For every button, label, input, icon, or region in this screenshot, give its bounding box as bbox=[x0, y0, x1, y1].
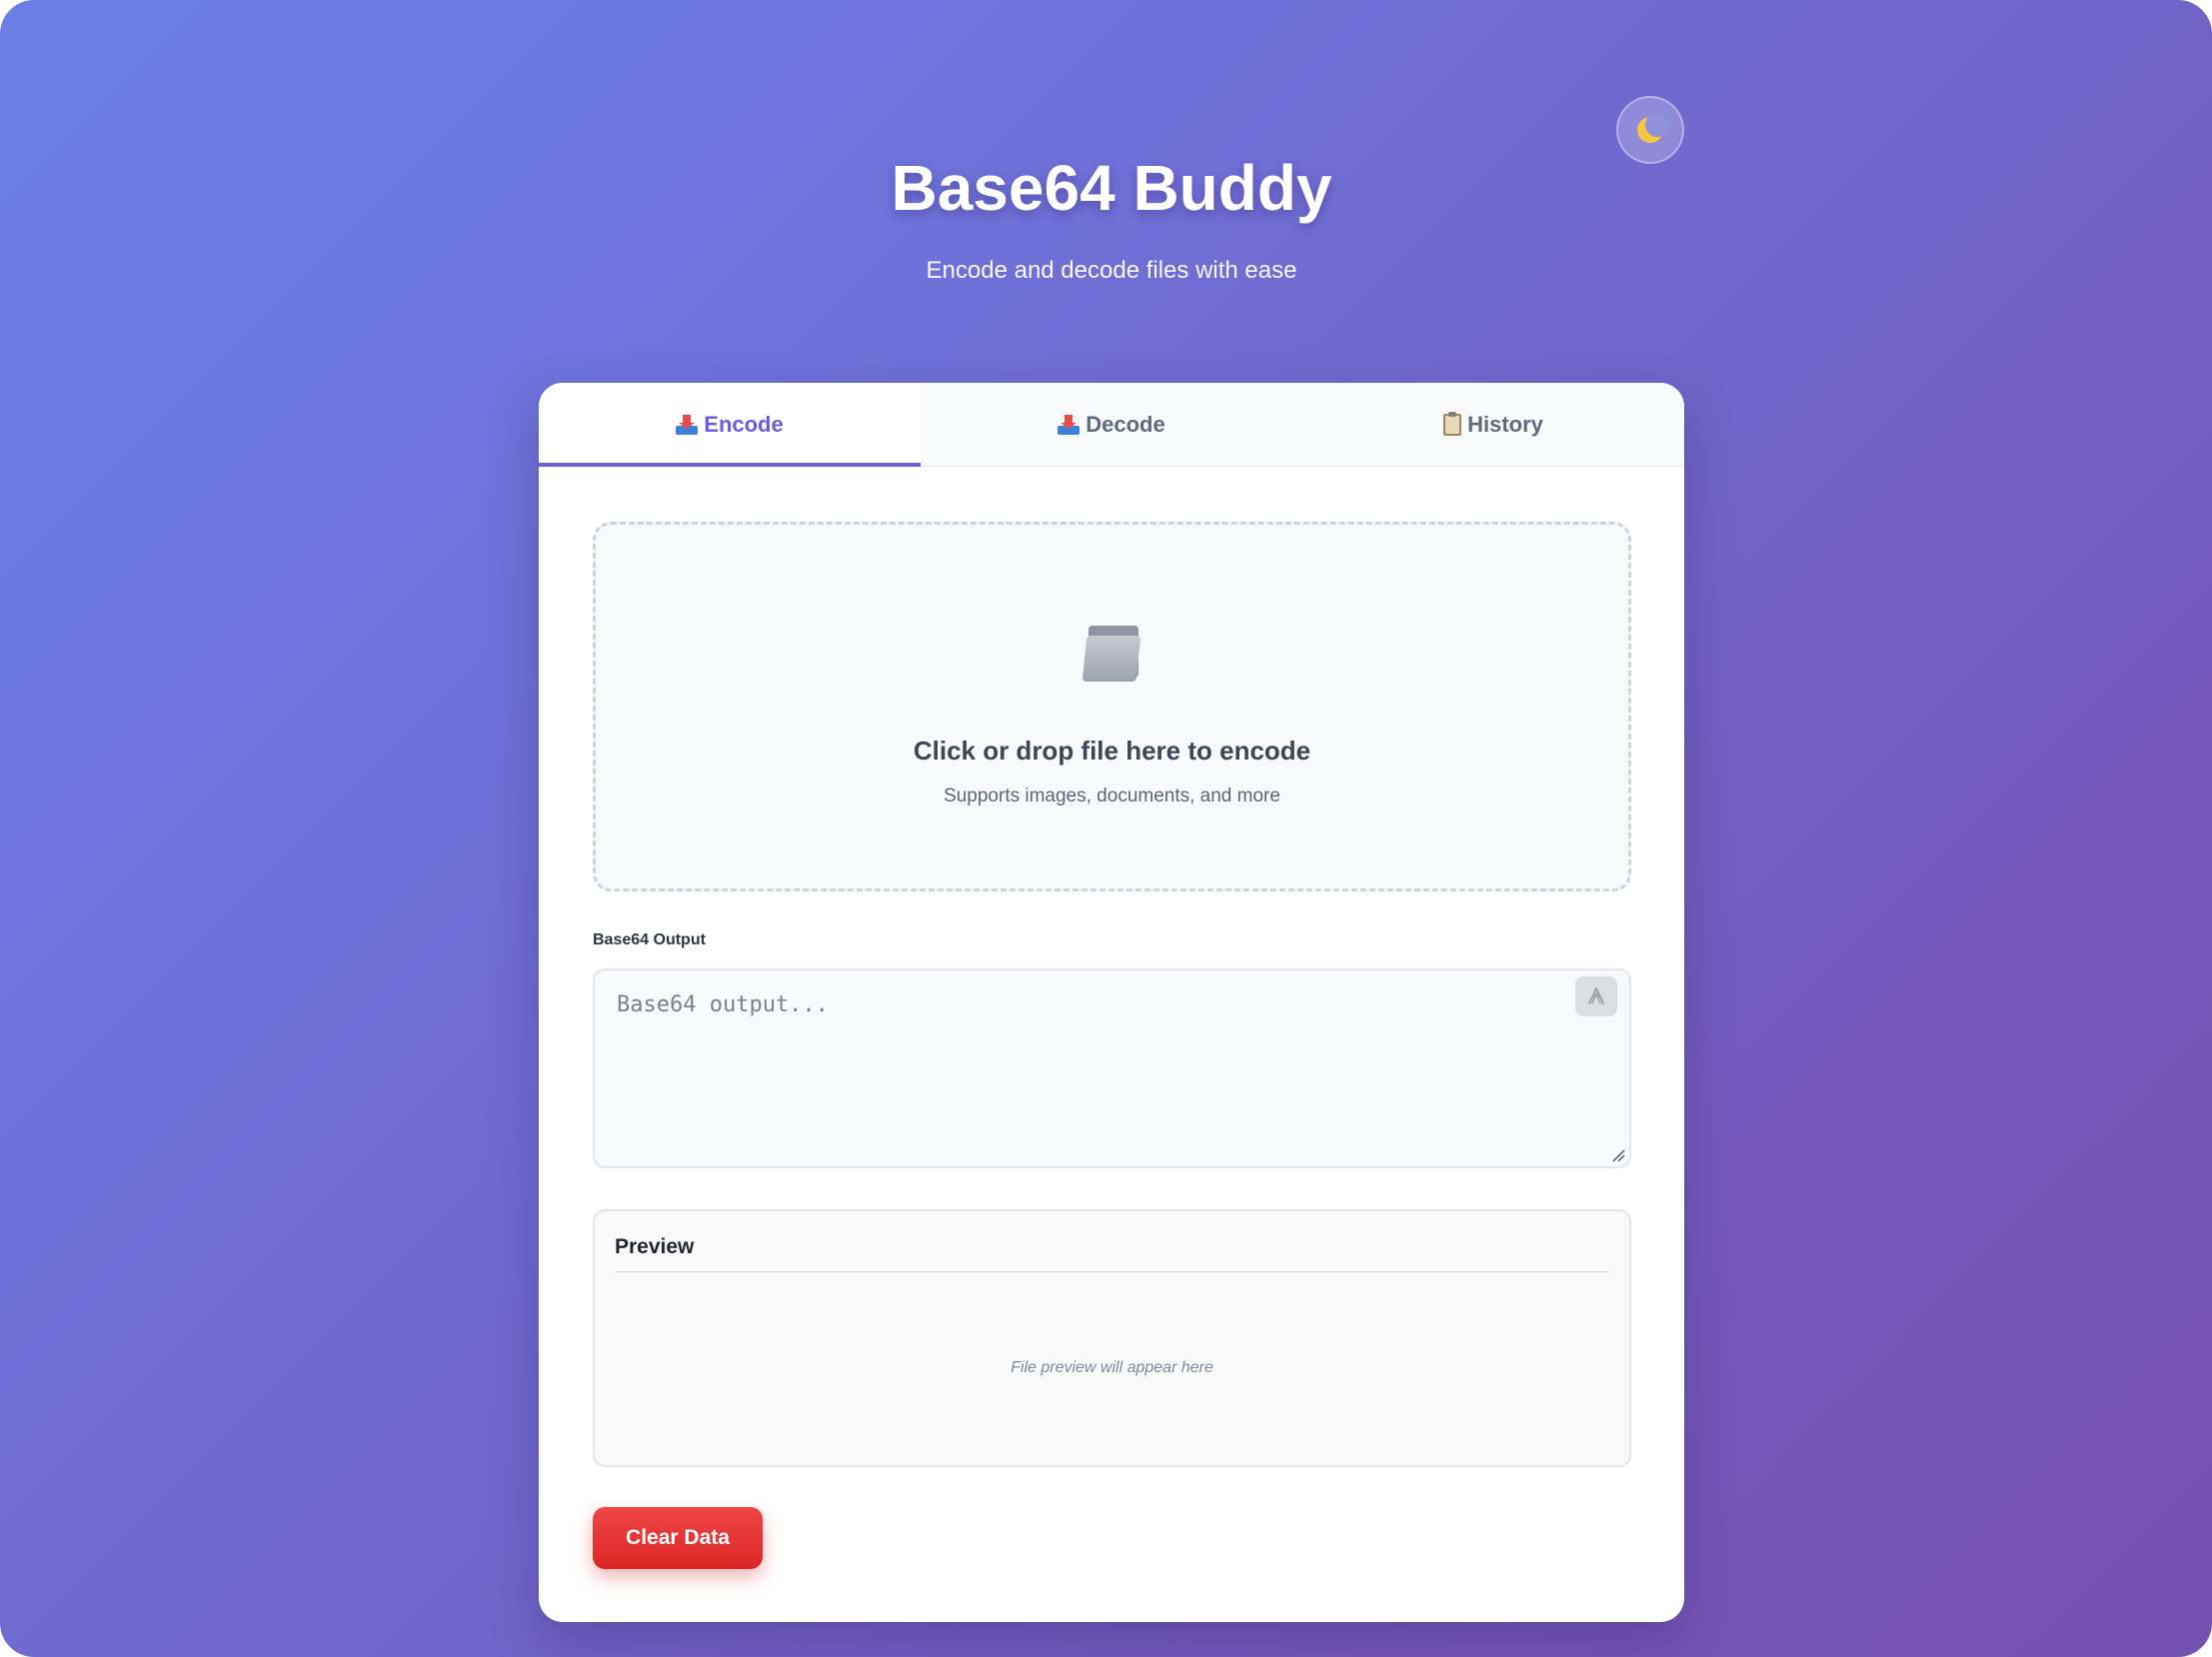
inbox-tray-icon bbox=[676, 414, 699, 435]
clear-data-button[interactable]: Clear Data bbox=[593, 1507, 763, 1569]
dropzone-title: Click or drop file here to encode bbox=[913, 736, 1311, 766]
preview-divider bbox=[615, 1271, 1609, 1272]
preview-title: Preview bbox=[615, 1235, 695, 1258]
dropzone-subtitle: Supports images, documents, and more bbox=[944, 786, 1280, 807]
resize-handle-icon[interactable] bbox=[1611, 1148, 1625, 1162]
preview-empty-text: File preview will appear here bbox=[1011, 1359, 1213, 1376]
base64-output-textarea[interactable]: Base64 output... bbox=[593, 968, 1631, 1168]
copy-button[interactable] bbox=[1575, 976, 1617, 1016]
tab-history[interactable]: History bbox=[1302, 383, 1684, 466]
file-dropzone[interactable]: Click or drop file here to encode Suppor… bbox=[593, 522, 1631, 891]
folder-icon bbox=[1082, 626, 1142, 682]
output-label: Base64 Output bbox=[593, 931, 706, 948]
copy-icon bbox=[1588, 987, 1604, 1004]
tab-encode[interactable]: Encode bbox=[539, 383, 921, 467]
tab-bar: Encode Decode History bbox=[539, 383, 1684, 467]
clipboard-icon bbox=[1443, 411, 1462, 436]
tab-label: Decode bbox=[1086, 411, 1165, 437]
tab-label: History bbox=[1467, 411, 1543, 437]
app-subtitle: Encode and decode files with ease bbox=[926, 257, 1297, 284]
tab-label: Encode bbox=[704, 411, 784, 437]
app-window: Base64 Buddy Encode and decode files wit… bbox=[0, 0, 2212, 1657]
preview-panel: Preview File preview will appear here bbox=[593, 1209, 1631, 1467]
app-title: Base64 Buddy bbox=[891, 152, 1332, 224]
tab-decode[interactable]: Decode bbox=[921, 383, 1302, 466]
moon-icon bbox=[1637, 113, 1669, 143]
main-card: Encode Decode History Click or drop file… bbox=[539, 383, 1684, 1622]
inbox-tray-icon bbox=[1058, 414, 1081, 435]
output-placeholder: Base64 output... bbox=[617, 992, 829, 1017]
